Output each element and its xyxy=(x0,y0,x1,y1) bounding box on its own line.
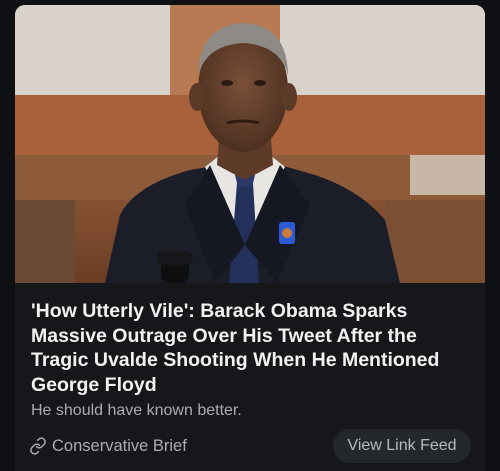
view-link-feed-button[interactable]: View Link Feed xyxy=(333,429,471,463)
source-name: Conservative Brief xyxy=(52,437,187,455)
article-image[interactable] xyxy=(15,5,485,283)
article-title[interactable]: 'How Utterly Vile': Barack Obama Sparks … xyxy=(31,299,471,397)
article-source[interactable]: Conservative Brief xyxy=(29,435,187,457)
article-subtitle: He should have known better. xyxy=(31,402,242,419)
photo-of-speaker xyxy=(15,5,485,283)
article-card[interactable]: 'How Utterly Vile': Barack Obama Sparks … xyxy=(15,5,485,471)
link-icon xyxy=(29,437,47,455)
